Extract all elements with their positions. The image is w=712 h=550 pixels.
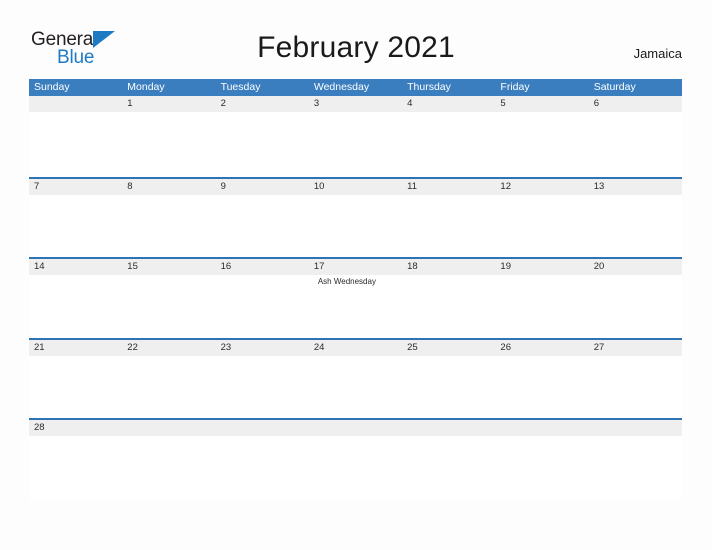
holiday-label: Ash Wednesday (317, 277, 376, 286)
day-number: 6 (593, 98, 599, 109)
calendar-week-row: 7 8 9 10 11 12 13 (29, 176, 682, 258)
day-number: 10 (313, 180, 325, 192)
day-number: 9 (220, 180, 226, 192)
calendar-week-row: 14 15 16 17 Ash Wednesday 18 19 20 (29, 257, 682, 338)
locale-label: Jamaica (633, 46, 682, 61)
day-number-band (588, 420, 682, 436)
calendar-day-cell-empty[interactable] (588, 420, 682, 499)
day-number: 26 (500, 341, 511, 353)
calendar-day-cell[interactable]: 19 (495, 259, 589, 338)
calendar-day-cell[interactable]: 18 (402, 259, 496, 338)
calendar-day-cell-empty[interactable] (29, 96, 123, 177)
day-number: 23 (220, 341, 232, 353)
calendar-day-cell[interactable]: 20 (588, 259, 682, 338)
calendar-day-cell[interactable]: 16 (215, 259, 309, 338)
day-number: 15 (127, 261, 138, 272)
weekday-header-saturday: Saturday (593, 81, 636, 93)
calendar-week-row: 21 22 23 24 25 26 27 (29, 337, 682, 419)
day-number: 27 (593, 341, 605, 353)
calendar-day-cell[interactable]: 8 (122, 178, 216, 258)
calendar-day-cell[interactable]: 10 (308, 178, 403, 258)
day-number: 19 (500, 261, 511, 272)
calendar-week-row: 1 2 3 4 5 6 (29, 96, 682, 177)
day-number: 5 (500, 98, 506, 109)
day-number: 8 (127, 180, 133, 192)
calendar-day-cell[interactable]: 13 (588, 178, 682, 258)
day-events: Ash Wednesday (309, 275, 402, 287)
calendar-day-cell-empty[interactable] (495, 420, 589, 499)
day-number: 3 (313, 98, 320, 109)
day-number: 25 (407, 341, 418, 353)
calendar-day-cell-empty[interactable] (215, 420, 309, 499)
calendar-day-cell[interactable]: 3 (308, 96, 403, 177)
day-number: 7 (34, 180, 40, 192)
calendar-day-cell-empty[interactable] (308, 420, 403, 499)
calendar-weeks: 1 2 3 4 5 6 7 8 9 10 11 12 13 14 15 16 17 Ash Wednesday 18… (29, 96, 682, 499)
calendar-day-cell-empty[interactable] (122, 420, 216, 499)
calendar-day-cell[interactable]: 6 (588, 96, 682, 177)
calendar-grid: Sunday Monday Tuesday Wednesday Thursday Frid… (29, 79, 682, 499)
calendar-week-row: 28 (29, 418, 682, 499)
weekday-header-monday: Monday (127, 81, 165, 93)
calendar-day-cell[interactable]: 22 (122, 339, 216, 419)
day-number: 13 (593, 180, 605, 192)
calendar-day-cell[interactable]: 27 (588, 339, 682, 419)
weekday-header-friday: Friday (500, 81, 530, 93)
calendar-day-cell[interactable]: 15 (122, 259, 216, 338)
day-number-band (495, 420, 589, 436)
day-number-band (308, 420, 403, 436)
day-number-band (215, 420, 309, 436)
day-number: 18 (407, 261, 418, 272)
day-number: 4 (407, 98, 413, 109)
day-number: 1 (127, 98, 133, 109)
calendar-day-cell[interactable]: 21 (29, 339, 123, 419)
weekday-header-tuesday: Tuesday (220, 81, 261, 93)
calendar-day-cell-empty[interactable] (402, 420, 496, 499)
page-title: February 2021 (257, 31, 455, 64)
weekday-header-wednesday: Wednesday (313, 81, 370, 93)
day-number: 21 (34, 341, 45, 353)
page-header: General Blue February 2021 Jamaica (0, 0, 712, 78)
calendar-day-cell[interactable]: 2 (215, 96, 309, 177)
weekday-header-row: Sunday Monday Tuesday Wednesday Thursday Frid… (29, 79, 682, 96)
calendar-day-cell[interactable]: 7 (29, 178, 123, 258)
calendar-day-cell[interactable]: 4 (402, 96, 496, 177)
calendar-day-cell[interactable]: 26 (495, 339, 589, 419)
calendar-day-cell[interactable]: 14 (29, 259, 123, 338)
day-number: 22 (127, 341, 138, 353)
calendar-day-cell[interactable]: 23 (215, 339, 309, 419)
day-number: 11 (407, 180, 417, 192)
calendar-day-cell[interactable]: 12 (495, 178, 589, 258)
day-number: 2 (220, 98, 226, 109)
calendar-day-cell[interactable]: 24 (308, 339, 403, 419)
calendar-day-cell[interactable]: 28 (29, 420, 123, 499)
day-number: 17 (313, 261, 325, 272)
day-number-band (122, 420, 216, 436)
day-number-band (29, 96, 123, 112)
calendar-day-cell[interactable]: 11 (402, 178, 496, 258)
day-number: 24 (313, 341, 325, 353)
weekday-header-thursday: Thursday (407, 81, 451, 93)
calendar-day-cell[interactable]: 17 Ash Wednesday (308, 259, 403, 338)
day-number-band (402, 420, 496, 436)
day-number: 14 (34, 261, 45, 272)
weekday-header-sunday: Sunday (34, 81, 70, 93)
day-number: 28 (34, 422, 45, 433)
day-number: 12 (500, 180, 511, 192)
calendar-page: General Blue February 2021 Jamaica Sunda… (0, 0, 712, 550)
calendar-day-cell[interactable]: 1 (122, 96, 216, 177)
calendar-day-cell[interactable]: 9 (215, 178, 309, 258)
day-number: 16 (220, 261, 232, 272)
calendar-day-cell[interactable]: 25 (402, 339, 496, 419)
day-number: 20 (593, 261, 605, 272)
calendar-day-cell[interactable]: 5 (495, 96, 589, 177)
